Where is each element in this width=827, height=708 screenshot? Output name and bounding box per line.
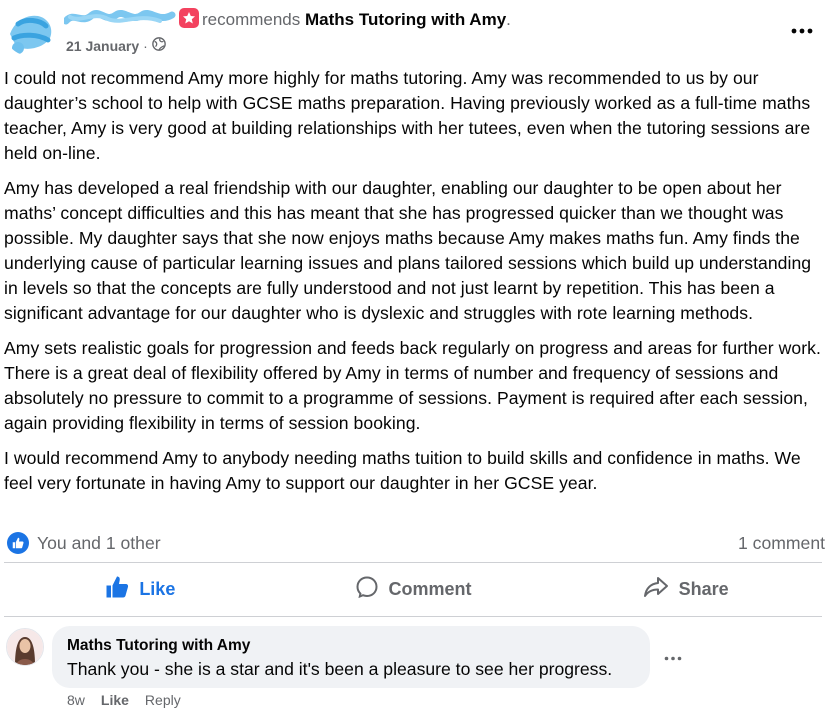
comments-count-link[interactable]: 1 comment [738,533,825,554]
comment-button[interactable]: Comment [277,566,550,612]
comment-reply-button[interactable]: Reply [145,692,181,708]
share-icon [643,575,669,604]
comment-icon [355,575,379,604]
post-paragraph: Amy has developed a real friendship with… [4,178,812,323]
comment-text: Thank you - she is a star and it's been … [67,659,613,679]
more-horizontal-icon [664,648,682,665]
post-actions: Like Comment Share [4,566,822,612]
post-header: recommends Maths Tutoring with Amy. 21 J… [0,0,827,62]
like-button-label: Like [139,578,176,599]
comment-bubble: Maths Tutoring with Amy Thank you - she … [52,626,650,688]
share-button[interactable]: Share [549,566,822,612]
comment-age[interactable]: 8w [67,692,85,708]
like-thumb-icon [105,575,129,604]
page-name-link[interactable]: Maths Tutoring with Amy [305,10,506,29]
comment-like-button[interactable]: Like [101,692,129,708]
comment-author-link[interactable]: Maths Tutoring with Amy [67,637,250,655]
commenter-avatar[interactable] [6,628,44,666]
divider [4,562,822,563]
reviewer-avatar[interactable] [4,4,56,56]
post-paragraph: I could not recommend Amy more highly fo… [4,68,811,163]
comment: Maths Tutoring with Amy Thank you - she … [0,620,827,708]
like-button[interactable]: Like [4,566,277,612]
meta-separator: · [143,38,148,54]
divider [4,616,822,617]
post-date[interactable]: 21 January [66,37,139,55]
more-horizontal-icon [791,21,813,39]
post-paragraph: I would recommend Amy to anybody needing… [4,448,801,493]
headline-end: . [506,10,511,29]
comment-button-label: Comment [388,578,472,599]
comment-more-options-button[interactable] [664,648,682,666]
globe-icon [152,37,166,55]
post-paragraph: Amy sets realistic goals for progression… [4,338,821,433]
reaction-summary-text: You and 1 other [37,532,161,553]
like-reaction-icon [7,532,29,554]
recommend-star-icon [179,8,199,28]
redacted-reviewer-name[interactable] [62,9,176,25]
reactions-bar: You and 1 other 1 comment [7,530,825,556]
post-meta: 21 January · [66,37,166,55]
post-body: I could not recommend Amy more highly fo… [4,66,824,506]
comment-meta: 8w Like Reply [67,692,181,708]
post-more-options-button[interactable] [788,18,816,42]
share-button-label: Share [678,578,729,599]
post-headline: recommends Maths Tutoring with Amy. [62,8,511,31]
recommends-label: recommends [202,10,301,29]
reaction-summary[interactable]: You and 1 other [7,532,161,554]
